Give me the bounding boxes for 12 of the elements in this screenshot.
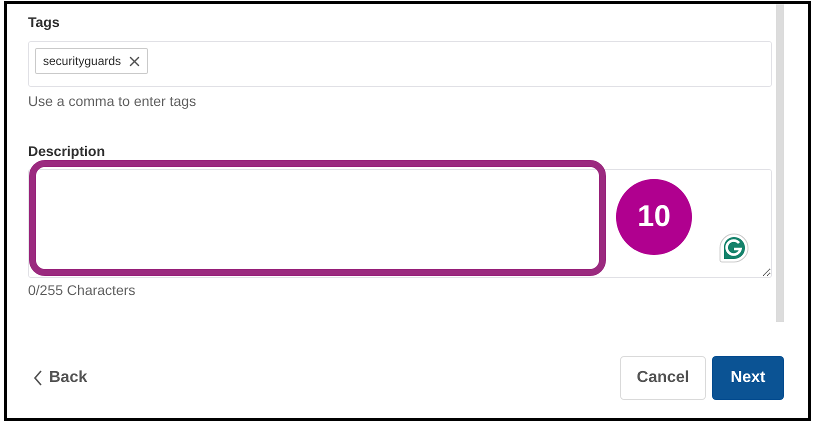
tag-chip[interactable]: securityguards xyxy=(35,48,148,74)
help-text: Use a comma to enter tags xyxy=(28,93,198,109)
scrollbar[interactable] xyxy=(776,4,784,322)
remove-icon[interactable] xyxy=(129,56,140,66)
field-label: Tags xyxy=(28,14,61,30)
field-label: Description xyxy=(28,143,106,159)
tags-field[interactable]: securityguards xyxy=(28,41,772,87)
cancel-button[interactable]: Cancel xyxy=(620,356,706,400)
character-counter: 0/255 Characters xyxy=(28,282,136,298)
chevron-left-icon xyxy=(33,370,43,386)
next-button[interactable]: Next xyxy=(712,356,784,400)
back-button[interactable]: Back xyxy=(31,365,90,391)
